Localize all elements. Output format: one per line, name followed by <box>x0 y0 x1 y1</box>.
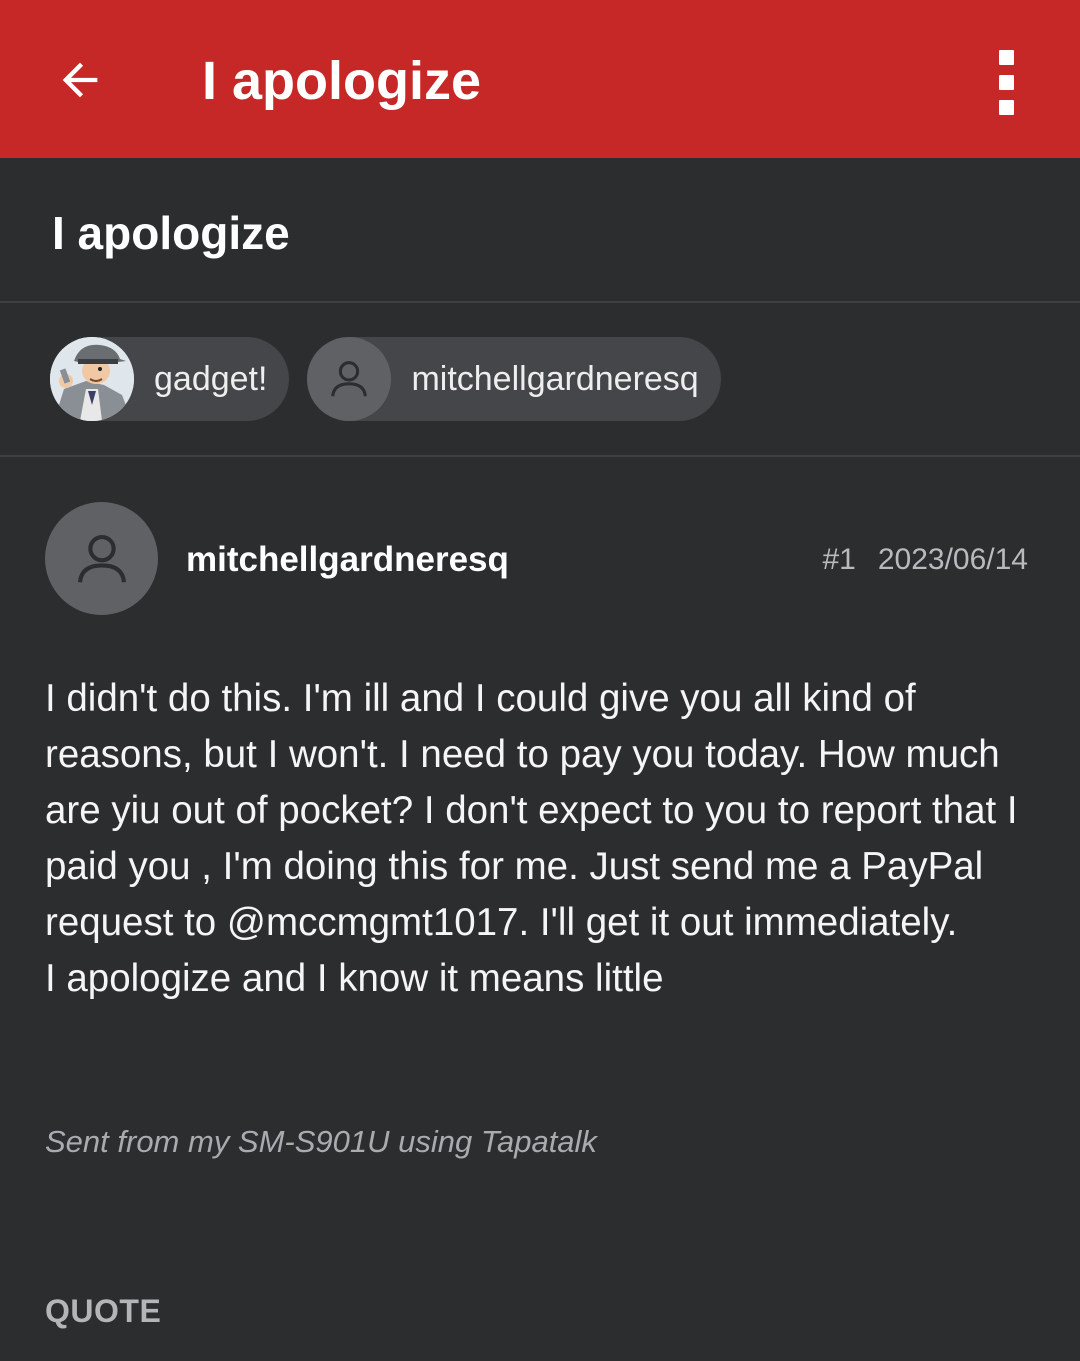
more-options-button[interactable] <box>976 42 1036 122</box>
app-bar-title: I apologize <box>202 51 482 111</box>
post-meta: #1 2023/06/14 <box>822 541 1028 579</box>
more-vertical-icon-dot <box>998 74 1014 90</box>
back-button[interactable] <box>38 42 122 118</box>
post-paragraph: I apologize and I know it means little <box>45 957 664 1000</box>
post-paragraph: I didn't do this. I'm ill and I could gi… <box>45 677 1018 944</box>
post-author-avatar[interactable] <box>45 502 158 615</box>
post-body: I didn't do this. I'm ill and I could gi… <box>45 671 1045 1007</box>
participant-name: gadget! <box>154 359 268 398</box>
app-bar: I apologize <box>0 0 1080 158</box>
participant-name: mitchellgardneresq <box>411 359 699 398</box>
post-author-name[interactable]: mitchellgardneresq <box>186 538 509 582</box>
participants-list: gadget! mitchellgardneresq <box>50 337 721 421</box>
quote-button[interactable]: QUOTE <box>45 1291 161 1331</box>
more-vertical-icon-dot <box>998 99 1014 115</box>
arrow-left-icon <box>62 62 98 98</box>
inspector-gadget-avatar <box>50 337 134 421</box>
divider <box>0 301 1080 303</box>
post-number: #1 <box>822 543 856 576</box>
participant-chip-mitchellgardneresq[interactable]: mitchellgardneresq <box>307 337 721 421</box>
more-vertical-icon <box>998 49 1014 65</box>
divider <box>0 455 1080 457</box>
person-icon <box>307 337 392 421</box>
topic-title: I apologize <box>52 207 290 259</box>
post-date: 2023/06/14 <box>877 543 1028 576</box>
post-signature: Sent from my SM-S901U using Tapatalk <box>45 1124 597 1159</box>
participant-chip-gadget[interactable]: gadget! <box>50 337 290 421</box>
person-icon <box>77 534 126 583</box>
